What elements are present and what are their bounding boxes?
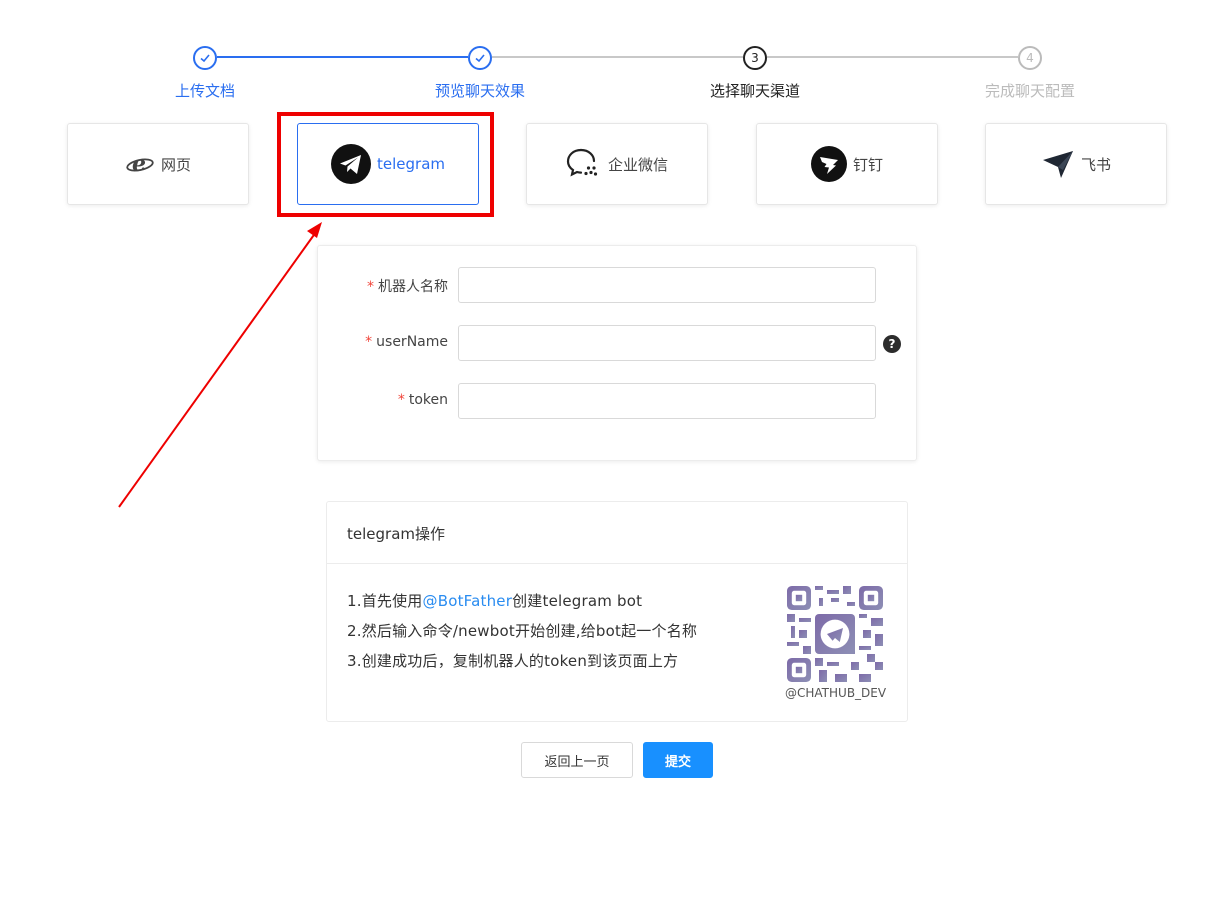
channel-label-dingtalk: 钉钉 bbox=[852, 155, 883, 174]
channel-card-feishu[interactable]: 飞书 bbox=[985, 123, 1167, 205]
step-line-2 bbox=[492, 56, 743, 58]
step-number: 3 bbox=[743, 46, 767, 70]
qr-caption: @CHATHUB_DEV bbox=[785, 686, 887, 700]
step-line-1 bbox=[217, 56, 468, 58]
feishu-icon bbox=[1041, 148, 1075, 180]
required-mark: * bbox=[367, 279, 374, 295]
bot-name-label: * 机器人名称 bbox=[367, 276, 448, 296]
instruction-line-1-prefix: 1.首先使用 bbox=[347, 592, 423, 610]
telegram-icon bbox=[331, 144, 371, 184]
bot-config-form: * 机器人名称 * userName ? * token bbox=[317, 245, 917, 461]
channel-label-wecom: 企业微信 bbox=[607, 155, 668, 174]
channel-card-telegram[interactable]: telegram bbox=[297, 123, 479, 205]
token-input[interactable] bbox=[458, 383, 876, 419]
channel-card-wecom[interactable]: 企业微信 bbox=[526, 123, 708, 205]
instructions-title: telegram操作 bbox=[327, 502, 907, 564]
required-mark: * bbox=[397, 392, 405, 408]
username-label-text: userName bbox=[376, 334, 448, 350]
botfather-link[interactable]: @BotFather bbox=[423, 592, 513, 610]
token-label-text: token bbox=[408, 392, 448, 408]
channel-card-dingtalk[interactable]: 钉钉 bbox=[756, 123, 938, 205]
required-mark: * bbox=[365, 334, 373, 350]
step-number: 4 bbox=[1018, 46, 1042, 70]
step-label-preview: 预览聊天效果 bbox=[434, 82, 525, 100]
submit-button[interactable]: 提交 bbox=[643, 742, 713, 778]
svg-text:e: e bbox=[132, 151, 146, 177]
ie-browser-icon: e bbox=[125, 151, 155, 177]
bot-name-label-text: 机器人名称 bbox=[378, 279, 448, 295]
page: 上传文档 预览聊天效果 3 选择聊天渠道 4 完成聊天配置 e 网页 teleg… bbox=[0, 0, 1207, 897]
back-button[interactable]: 返回上一页 bbox=[521, 742, 633, 778]
telegram-instructions-card: telegram操作 1.首先使用@BotFather创建telegram bo… bbox=[326, 501, 908, 722]
step-line-3 bbox=[767, 56, 1018, 58]
channel-card-web[interactable]: e 网页 bbox=[67, 123, 249, 205]
form-row-bot-name: * 机器人名称 bbox=[318, 267, 918, 303]
username-label: * userName bbox=[365, 334, 448, 350]
channel-label-telegram: telegram bbox=[377, 155, 445, 173]
instruction-line-1-suffix: 创建telegram bot bbox=[512, 592, 643, 610]
form-row-username: * userName ? bbox=[318, 325, 918, 361]
channel-label-web: 网页 bbox=[160, 155, 191, 174]
wecom-icon bbox=[566, 147, 602, 181]
username-input[interactable] bbox=[458, 325, 876, 361]
step-label-finish: 完成聊天配置 bbox=[984, 82, 1075, 100]
help-icon[interactable]: ? bbox=[883, 335, 901, 353]
channel-label-feishu: 飞书 bbox=[1080, 155, 1111, 174]
check-icon bbox=[193, 46, 217, 70]
qr-code-icon bbox=[787, 586, 883, 682]
check-icon bbox=[468, 46, 492, 70]
token-label: * token bbox=[398, 392, 448, 408]
step-label-channel: 选择聊天渠道 bbox=[709, 82, 800, 100]
bot-name-input[interactable] bbox=[458, 267, 876, 303]
form-row-token: * token bbox=[318, 383, 918, 419]
instructions-body: 1.首先使用@BotFather创建telegram bot 2.然后输入命令/… bbox=[327, 564, 907, 700]
dingtalk-icon bbox=[810, 146, 847, 182]
step-label-upload: 上传文档 bbox=[174, 82, 235, 100]
